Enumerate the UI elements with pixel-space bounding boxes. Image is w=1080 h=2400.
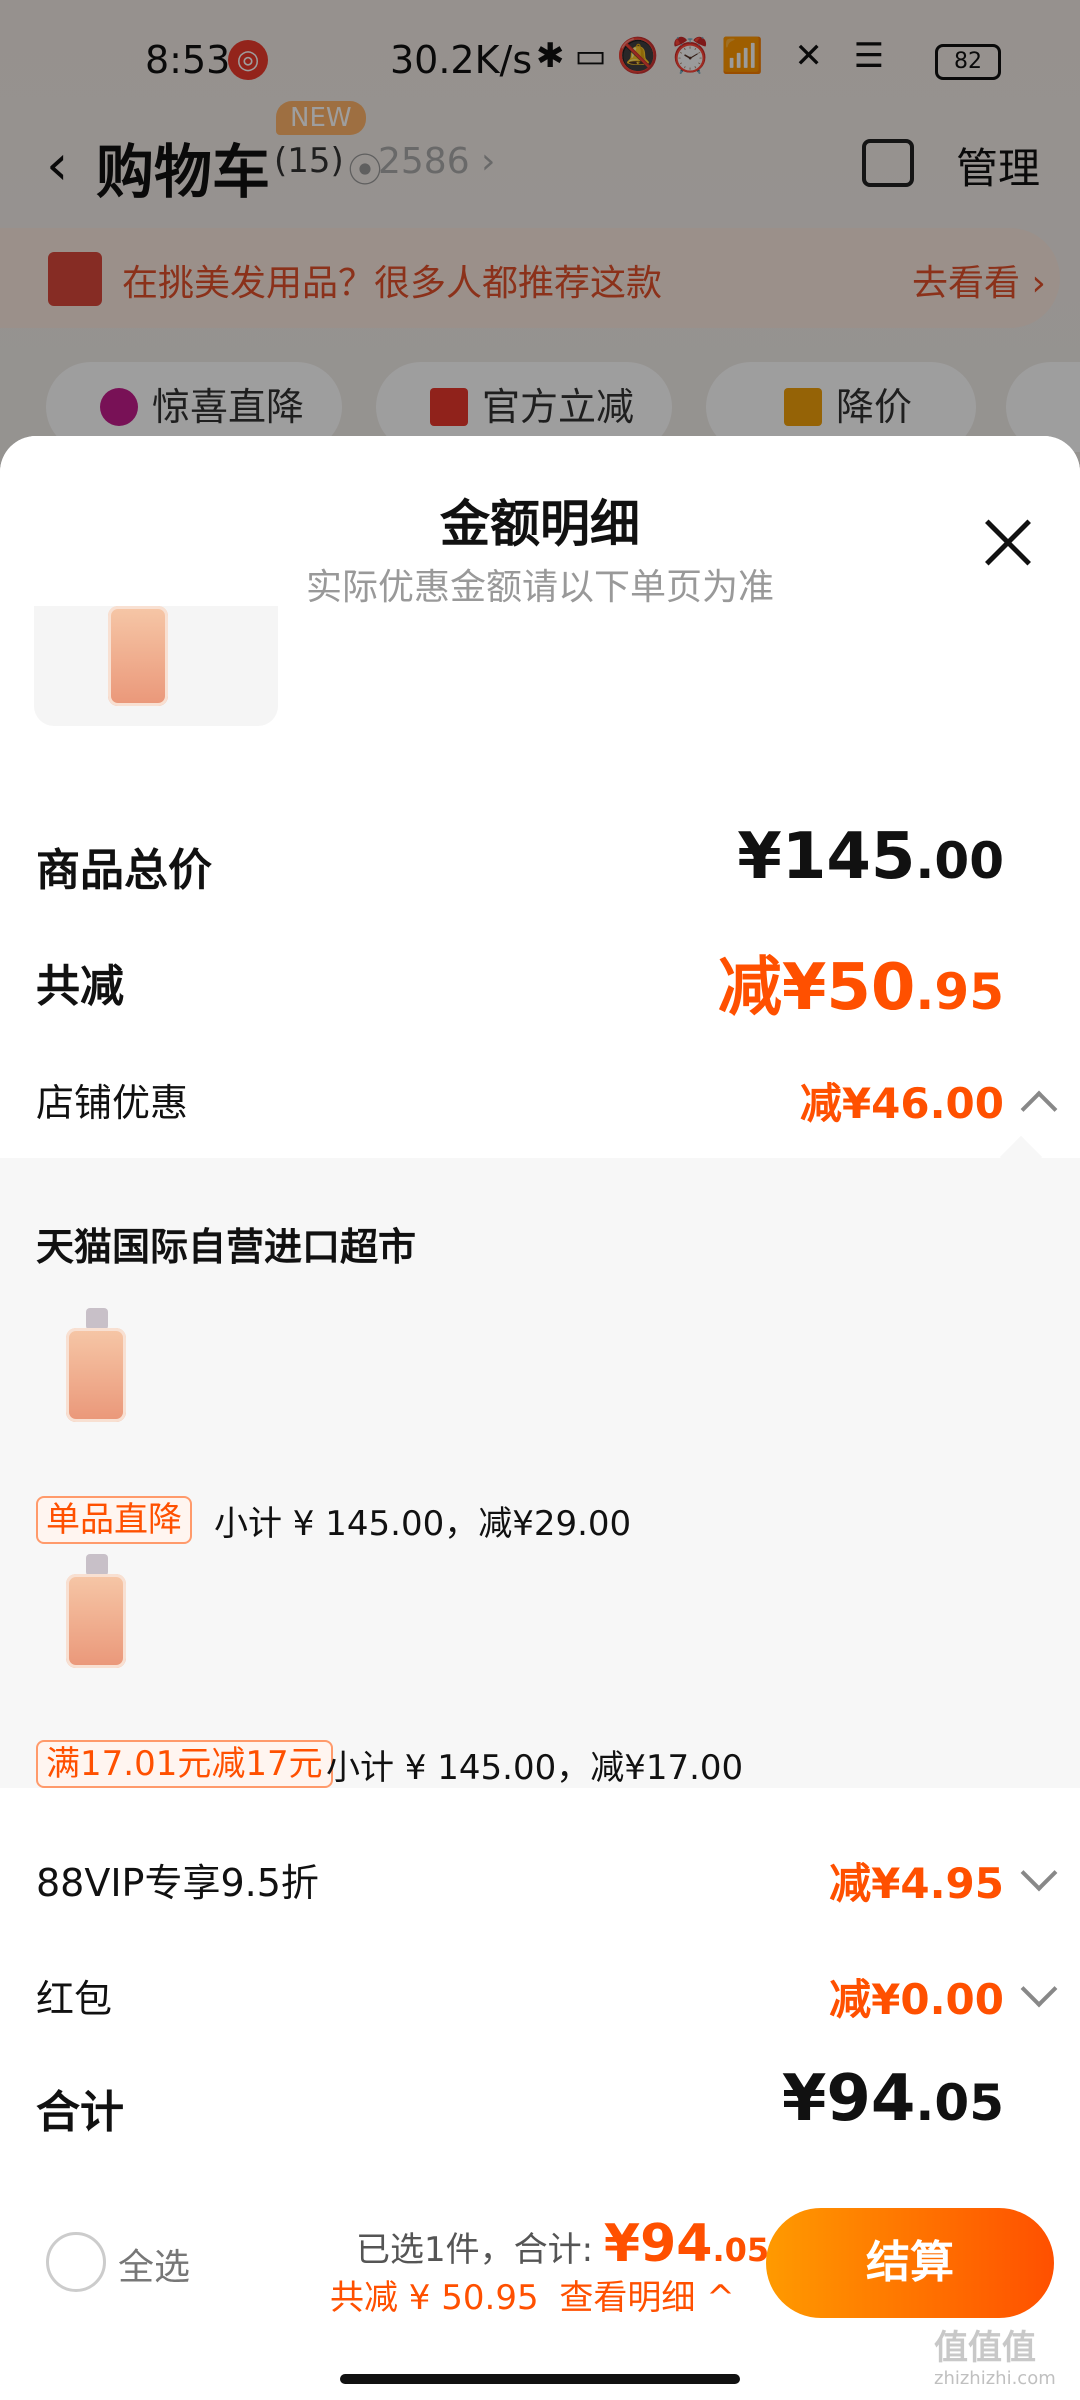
amount-detail-sheet: 金额明细 实际优惠金额请以下单页为准 商品总价 ¥145.00 共减 减¥50.… [0, 436, 1080, 2400]
total-price-value: ¥145.00 [737, 820, 1004, 894]
red-packet-label: 红包 [36, 1977, 113, 2021]
total-price-label: 商品总价 [36, 845, 212, 896]
store-discount-value[interactable]: 减¥46.00 [800, 1070, 1004, 1131]
product-thumbnail [34, 606, 278, 726]
item-thumbnail [36, 1308, 166, 1428]
sheet-title: 金额明细 [440, 495, 640, 553]
promo-tag-full-reduction: 满17.01元减17元 [36, 1740, 333, 1788]
sum-label: 合计 [36, 2087, 124, 2138]
item-subtotal: 小计 ¥ 145.00，减¥17.00 [326, 1748, 744, 1788]
chevron-up-icon[interactable] [1020, 1090, 1058, 1128]
watermark-url: zhizhizhi.com [934, 2368, 1056, 2389]
store-discount-panel: 天猫国际自营进口超市 单品直降 小计 ¥ 145.00，减¥29.00 满17.… [0, 1135, 1080, 1788]
vip-discount-value[interactable]: 减¥4.95 [829, 1850, 1004, 1911]
promo-tag-single-drop: 单品直降 [36, 1496, 192, 1544]
panel-pointer [999, 1135, 1043, 1179]
item-subtotal: 小计 ¥ 145.00，减¥29.00 [214, 1504, 632, 1544]
watermark: 值值值 [934, 2328, 1036, 2368]
selected-summary: 已选1件，合计: ¥94.05 [356, 2214, 770, 2274]
store-name: 天猫国际自营进口超市 [36, 1225, 417, 1269]
close-icon[interactable] [982, 516, 1034, 568]
chevron-down-icon[interactable] [1020, 1854, 1058, 1892]
product-bottle-image [108, 606, 168, 706]
discount-label: 共减 [36, 961, 124, 1012]
checkout-button[interactable]: 结算 [766, 2208, 1054, 2318]
checkout-bar: 全选 已选1件，合计: ¥94.05 共减 ¥ 50.95 查看明细 ^ 结算 [0, 2180, 1080, 2350]
home-indicator[interactable] [340, 2374, 740, 2384]
discount-summary[interactable]: 共减 ¥ 50.95 查看明细 ^ [330, 2270, 735, 2319]
select-all-label[interactable]: 全选 [118, 2238, 190, 2290]
sheet-subtitle: 实际优惠金额请以下单页为准 [305, 567, 774, 608]
red-packet-value[interactable]: 减¥0.00 [829, 1966, 1004, 2027]
sum-value: ¥94.05 [781, 2062, 1004, 2136]
checkout-total: ¥94.05 [603, 2214, 770, 2274]
select-all-radio[interactable] [46, 2232, 106, 2292]
store-discount-label: 店铺优惠 [36, 1081, 189, 1125]
vip-discount-label: 88VIP专享9.5折 [36, 1861, 319, 1905]
chevron-down-icon[interactable] [1020, 1970, 1058, 2008]
view-details-link[interactable]: 查看明细 ^ [559, 2278, 734, 2318]
discount-value: 减¥50.95 [717, 951, 1004, 1025]
item-thumbnail [36, 1554, 166, 1674]
